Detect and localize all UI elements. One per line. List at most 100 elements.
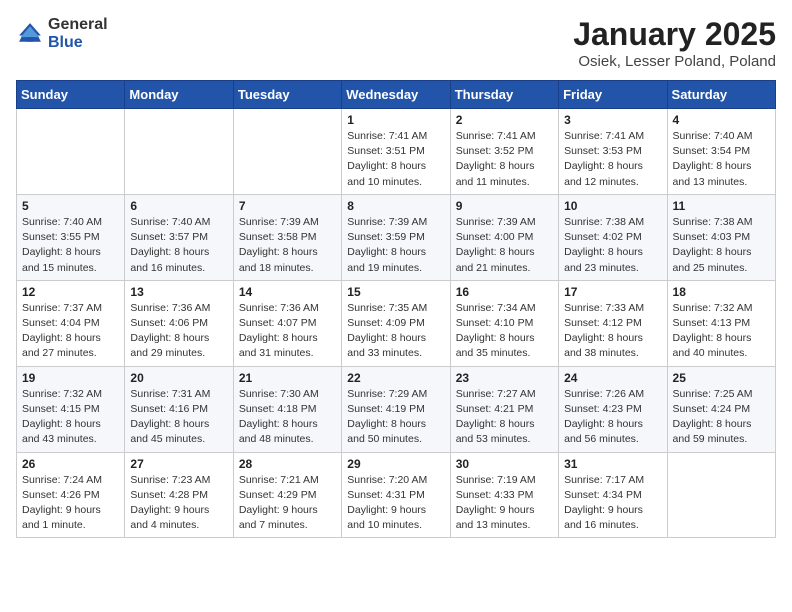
day-number: 16 [456, 285, 553, 299]
weekday-header: Saturday [667, 81, 775, 109]
calendar-week-row: 5Sunrise: 7:40 AM Sunset: 3:55 PM Daylig… [17, 194, 776, 280]
calendar-week-row: 26 Sunrise: 7:24 AM Sunset: 4:26 PM Dayli… [17, 452, 776, 538]
calendar-cell: 13Sunrise: 7:36 AM Sunset: 4:06 PM Dayli… [125, 280, 233, 366]
day-detail: Sunrise: 7:33 AM Sunset: 4:12 PM Dayligh… [564, 301, 661, 362]
calendar-cell [667, 452, 775, 538]
weekday-header: Tuesday [233, 81, 341, 109]
day-number: 24 [564, 371, 661, 385]
day-detail: Sunrise: 7:38 AM Sunset: 4:03 PM Dayligh… [673, 215, 770, 276]
calendar-cell: 22 Sunrise: 7:29 AM Sunset: 4:19 PM Dayli… [342, 366, 450, 452]
day-detail: Sunrise: 7:24 AM Sunset: 4:26 PM Dayligh… [22, 473, 119, 534]
day-detail: Sunrise: 7:39 AM Sunset: 3:59 PM Dayligh… [347, 215, 444, 276]
day-detail: Sunrise: 7:36 AM Sunset: 4:06 PM Dayligh… [130, 301, 227, 362]
day-detail: Sunrise: 7:40 AM Sunset: 3:57 PM Dayligh… [130, 215, 227, 276]
day-number: 17 [564, 285, 661, 299]
day-detail: Sunrise: 7:34 AM Sunset: 4:10 PM Dayligh… [456, 301, 553, 362]
calendar-cell: 8 Sunrise: 7:39 AM Sunset: 3:59 PM Daylig… [342, 194, 450, 280]
calendar-cell: 11 Sunrise: 7:38 AM Sunset: 4:03 PM Dayli… [667, 194, 775, 280]
logo-text: General Blue [48, 16, 108, 51]
logo-icon [16, 20, 44, 48]
weekday-header: Wednesday [342, 81, 450, 109]
calendar-cell: 24 Sunrise: 7:26 AM Sunset: 4:23 PM Dayli… [559, 366, 667, 452]
day-number: 12 [22, 285, 119, 299]
day-number: 22 [347, 371, 444, 385]
day-number: 31 [564, 457, 661, 471]
day-detail: Sunrise: 7:41 AM Sunset: 3:52 PM Dayligh… [456, 129, 553, 190]
calendar-cell: 31Sunrise: 7:17 AM Sunset: 4:34 PM Dayli… [559, 452, 667, 538]
day-detail: Sunrise: 7:25 AM Sunset: 4:24 PM Dayligh… [673, 387, 770, 448]
calendar-week-row: 1 Sunrise: 7:41 AM Sunset: 3:51 PM Daylig… [17, 109, 776, 195]
day-number: 8 [347, 199, 444, 213]
day-number: 26 [22, 457, 119, 471]
day-number: 11 [673, 199, 770, 213]
calendar-cell: 9 Sunrise: 7:39 AM Sunset: 4:00 PM Daylig… [450, 194, 558, 280]
day-detail: Sunrise: 7:35 AM Sunset: 4:09 PM Dayligh… [347, 301, 444, 362]
calendar-week-row: 19Sunrise: 7:32 AM Sunset: 4:15 PM Dayli… [17, 366, 776, 452]
day-number: 9 [456, 199, 553, 213]
day-detail: Sunrise: 7:26 AM Sunset: 4:23 PM Dayligh… [564, 387, 661, 448]
day-detail: Sunrise: 7:27 AM Sunset: 4:21 PM Dayligh… [456, 387, 553, 448]
day-detail: Sunrise: 7:38 AM Sunset: 4:02 PM Dayligh… [564, 215, 661, 276]
day-detail: Sunrise: 7:20 AM Sunset: 4:31 PM Dayligh… [347, 473, 444, 534]
day-detail: Sunrise: 7:30 AM Sunset: 4:18 PM Dayligh… [239, 387, 336, 448]
day-number: 25 [673, 371, 770, 385]
title-block: January 2025 Osiek, Lesser Poland, Polan… [573, 16, 776, 70]
day-number: 10 [564, 199, 661, 213]
calendar-cell: 6 Sunrise: 7:40 AM Sunset: 3:57 PM Daylig… [125, 194, 233, 280]
calendar-cell: 10 Sunrise: 7:38 AM Sunset: 4:02 PM Dayli… [559, 194, 667, 280]
calendar-cell: 23Sunrise: 7:27 AM Sunset: 4:21 PM Dayli… [450, 366, 558, 452]
calendar-header-row: SundayMondayTuesdayWednesdayThursdayFrid… [17, 81, 776, 109]
calendar-cell: 30Sunrise: 7:19 AM Sunset: 4:33 PM Dayli… [450, 452, 558, 538]
day-detail: Sunrise: 7:41 AM Sunset: 3:51 PM Dayligh… [347, 129, 444, 190]
day-number: 4 [673, 113, 770, 127]
day-number: 27 [130, 457, 227, 471]
calendar-cell [233, 109, 341, 195]
day-detail: Sunrise: 7:41 AM Sunset: 3:53 PM Dayligh… [564, 129, 661, 190]
calendar-cell: 15 Sunrise: 7:35 AM Sunset: 4:09 PM Dayli… [342, 280, 450, 366]
logo: General Blue [16, 16, 108, 51]
calendar-cell: 14 Sunrise: 7:36 AM Sunset: 4:07 PM Dayli… [233, 280, 341, 366]
month-title: January 2025 [573, 16, 776, 53]
day-number: 14 [239, 285, 336, 299]
calendar-week-row: 12 Sunrise: 7:37 AM Sunset: 4:04 PM Dayli… [17, 280, 776, 366]
location: Osiek, Lesser Poland, Poland [573, 53, 776, 70]
day-number: 28 [239, 457, 336, 471]
calendar-cell: 16 Sunrise: 7:34 AM Sunset: 4:10 PM Dayli… [450, 280, 558, 366]
calendar-cell: 28Sunrise: 7:21 AM Sunset: 4:29 PM Dayli… [233, 452, 341, 538]
day-number: 1 [347, 113, 444, 127]
calendar-cell: 20Sunrise: 7:31 AM Sunset: 4:16 PM Dayli… [125, 366, 233, 452]
logo-blue-text: Blue [48, 34, 108, 52]
day-detail: Sunrise: 7:23 AM Sunset: 4:28 PM Dayligh… [130, 473, 227, 534]
calendar-cell [17, 109, 125, 195]
day-detail: Sunrise: 7:37 AM Sunset: 4:04 PM Dayligh… [22, 301, 119, 362]
weekday-header: Thursday [450, 81, 558, 109]
day-detail: Sunrise: 7:39 AM Sunset: 4:00 PM Dayligh… [456, 215, 553, 276]
day-detail: Sunrise: 7:39 AM Sunset: 3:58 PM Dayligh… [239, 215, 336, 276]
day-detail: Sunrise: 7:36 AM Sunset: 4:07 PM Dayligh… [239, 301, 336, 362]
calendar-cell: 25 Sunrise: 7:25 AM Sunset: 4:24 PM Dayli… [667, 366, 775, 452]
day-number: 29 [347, 457, 444, 471]
calendar-cell: 4Sunrise: 7:40 AM Sunset: 3:54 PM Daylig… [667, 109, 775, 195]
logo-general-text: General [48, 16, 108, 34]
calendar-cell: 1 Sunrise: 7:41 AM Sunset: 3:51 PM Daylig… [342, 109, 450, 195]
calendar-cell: 18 Sunrise: 7:32 AM Sunset: 4:13 PM Dayli… [667, 280, 775, 366]
day-number: 7 [239, 199, 336, 213]
day-detail: Sunrise: 7:32 AM Sunset: 4:13 PM Dayligh… [673, 301, 770, 362]
calendar-cell: 17 Sunrise: 7:33 AM Sunset: 4:12 PM Dayli… [559, 280, 667, 366]
calendar-cell [125, 109, 233, 195]
calendar-cell: 5Sunrise: 7:40 AM Sunset: 3:55 PM Daylig… [17, 194, 125, 280]
day-number: 2 [456, 113, 553, 127]
day-number: 19 [22, 371, 119, 385]
day-number: 6 [130, 199, 227, 213]
calendar-cell: 21 Sunrise: 7:30 AM Sunset: 4:18 PM Dayli… [233, 366, 341, 452]
calendar-table: SundayMondayTuesdayWednesdayThursdayFrid… [16, 80, 776, 538]
calendar-cell: 26 Sunrise: 7:24 AM Sunset: 4:26 PM Dayli… [17, 452, 125, 538]
day-number: 18 [673, 285, 770, 299]
weekday-header: Sunday [17, 81, 125, 109]
day-number: 21 [239, 371, 336, 385]
day-number: 3 [564, 113, 661, 127]
day-detail: Sunrise: 7:29 AM Sunset: 4:19 PM Dayligh… [347, 387, 444, 448]
day-detail: Sunrise: 7:31 AM Sunset: 4:16 PM Dayligh… [130, 387, 227, 448]
day-number: 15 [347, 285, 444, 299]
day-number: 30 [456, 457, 553, 471]
